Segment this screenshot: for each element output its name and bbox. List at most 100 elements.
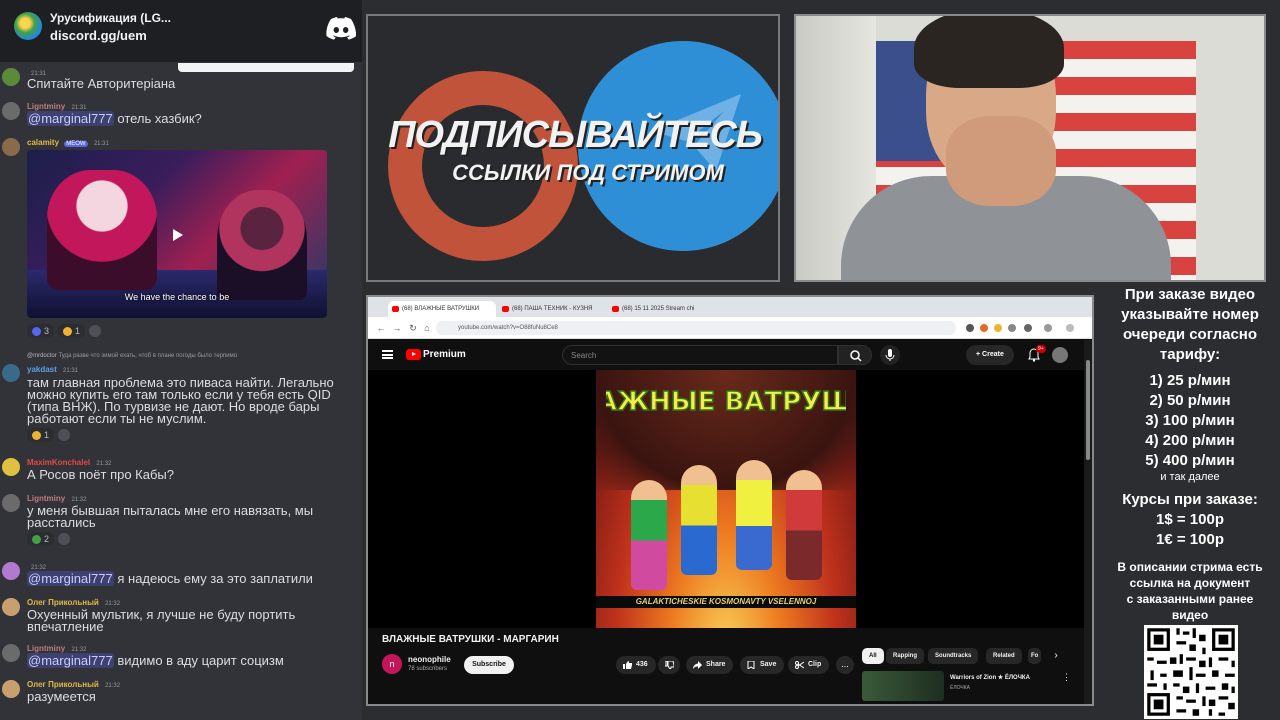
- video-embed[interactable]: We have the chance to be: [27, 150, 327, 318]
- notification-badge: 9+: [1036, 345, 1046, 353]
- filter-chip[interactable]: Related: [986, 648, 1022, 664]
- avatar: [2, 644, 20, 662]
- timestamp: 21:31: [63, 368, 79, 374]
- youtube-logo-icon[interactable]: [406, 349, 421, 360]
- like-button[interactable]: 436: [616, 656, 656, 674]
- emoji-icon: [32, 534, 41, 544]
- video-info: ВЛАЖНЫЕ ВАТРУШКИ - МАРГАРИН n neonophile…: [368, 628, 1084, 704]
- reaction[interactable]: 3: [27, 324, 55, 338]
- scrollbar[interactable]: [1084, 340, 1092, 704]
- youtube-icon: [502, 306, 509, 312]
- avatar: [2, 364, 20, 382]
- reactions: 2: [27, 532, 71, 546]
- browser-tab[interactable]: (68) ПАША ТЕХНИК - КУЗНЯ: [498, 301, 606, 317]
- author-name: yakdast: [27, 365, 57, 374]
- profile-icon[interactable]: [1044, 324, 1052, 332]
- author-name: calamity: [27, 138, 60, 147]
- search-input[interactable]: Search: [562, 345, 838, 365]
- extension-icon[interactable]: [994, 324, 1002, 332]
- info-header-line: указывайте номер: [1121, 306, 1259, 323]
- more-actions-button[interactable]: ...: [836, 656, 854, 674]
- discord-invite-banner[interactable]: Урусификация (LG... discord.gg/uem: [0, 0, 362, 62]
- filter-chip[interactable]: All: [862, 648, 884, 664]
- video-title: ВЛАЖНЫЕ ВАТРУШКИ - МАРГАРИН: [382, 634, 559, 645]
- filter-chip[interactable]: Fo: [1028, 648, 1042, 664]
- microphone-icon[interactable]: [880, 345, 900, 365]
- extension-icon[interactable]: [980, 324, 988, 332]
- filter-chip[interactable]: Rapping: [886, 648, 924, 664]
- user-mention[interactable]: @marginal777: [27, 111, 114, 126]
- avatar: [2, 680, 20, 698]
- dislike-button[interactable]: [658, 656, 680, 674]
- back-icon[interactable]: ←: [376, 323, 386, 333]
- browser-tab[interactable]: (68) 15 11 2025 Stream chi: [608, 301, 716, 317]
- user-mention[interactable]: @marginal777: [27, 571, 114, 586]
- forward-icon[interactable]: →: [392, 323, 402, 333]
- channel-name[interactable]: neonophile: [408, 655, 451, 664]
- search-icon: [850, 350, 862, 362]
- author-name: Ligntminy: [27, 644, 66, 653]
- save-button[interactable]: Save: [740, 656, 785, 674]
- clip-button[interactable]: Clip: [788, 656, 830, 674]
- description-line: видео: [1171, 608, 1209, 622]
- message-text: Охуенный мультик, я лучше не буду портит…: [27, 607, 296, 634]
- youtube-brand[interactable]: Premium: [423, 349, 466, 360]
- message-text: @marginal777 я надеюсь ему за это заплат…: [27, 571, 313, 586]
- recommended-thumbnail[interactable]: [862, 671, 944, 701]
- home-icon[interactable]: ⌂: [422, 323, 432, 333]
- url-input[interactable]: youtube.com/watch?v=O88fuNu8Ce8: [436, 321, 956, 335]
- play-icon[interactable]: [168, 226, 186, 244]
- video-player[interactable]: ВЛАЖНЫЕ ВАТРУШКИ GALAKTICHESKIE KOSMONAV…: [368, 370, 1084, 628]
- add-reaction-icon[interactable]: [58, 533, 71, 545]
- search-button[interactable]: [838, 345, 872, 365]
- recommended-title[interactable]: Warriors of Zion ★ ЁЛОЧКА: [950, 674, 1030, 681]
- subscribe-button[interactable]: Subscribe: [464, 656, 514, 674]
- channel-avatar[interactable]: n: [382, 654, 402, 674]
- chevron-right-icon[interactable]: ›: [1048, 648, 1064, 664]
- promo-banner: ПОДПИСЫВАЙТЕСЬ ССЫЛКИ ПОД СТРИМОМ: [366, 14, 780, 282]
- user-mention[interactable]: @marginal777: [27, 653, 114, 668]
- tariff-item: 5) 400 р/мин: [1145, 452, 1235, 469]
- reaction[interactable]: 1: [58, 324, 86, 338]
- filter-chip[interactable]: Soundtracks: [928, 648, 979, 664]
- reply-preview[interactable]: @mrdoctor Туда разве что зимой ехать, чт…: [27, 353, 237, 359]
- chat-header-bar: [178, 63, 354, 72]
- thumbs-up-icon: [623, 661, 632, 669]
- create-button[interactable]: + Create: [966, 345, 1014, 365]
- rate-item: 1$ = 100р: [1156, 511, 1224, 528]
- message-text: там главная проблема это пиваса найти. Л…: [27, 375, 334, 426]
- scrollbar-thumb[interactable]: [1086, 360, 1090, 460]
- rates-header: Курсы при заказе:: [1122, 491, 1258, 508]
- add-reaction-icon[interactable]: [58, 429, 71, 441]
- qr-code-icon[interactable]: [1144, 625, 1238, 719]
- reaction[interactable]: 2: [27, 532, 55, 546]
- description-line: с заказанными ранее: [1126, 592, 1254, 606]
- reaction[interactable]: 1: [27, 428, 55, 442]
- invite-link[interactable]: discord.gg/uem: [50, 28, 147, 43]
- order-info-panel: При заказе видео указывайте номер очеред…: [1100, 282, 1280, 720]
- description-line: В описании стрима есть: [1117, 560, 1263, 574]
- avatar: [2, 598, 20, 616]
- info-header-line: тарифу:: [1159, 346, 1221, 363]
- more-vert-icon[interactable]: ⋮: [1062, 672, 1071, 683]
- cover-figure: [786, 470, 822, 580]
- account-avatar[interactable]: [1052, 347, 1068, 363]
- role-tag: MEOW: [64, 141, 88, 147]
- author-name: Олег Прикольный: [27, 680, 99, 689]
- author-name: Ligntminy: [27, 102, 66, 111]
- extension-icon[interactable]: [1024, 324, 1032, 332]
- extension-icon[interactable]: [966, 324, 974, 332]
- recommended-channel: ЁЛОЧКА: [950, 685, 970, 691]
- menu-icon[interactable]: [1066, 324, 1074, 332]
- avatar: [2, 102, 20, 120]
- subscriber-count: 78 subscribers: [408, 666, 448, 672]
- add-reaction-icon[interactable]: [89, 325, 102, 337]
- reload-icon[interactable]: ↻: [408, 323, 418, 333]
- timestamp: 21:31: [93, 141, 109, 147]
- share-button[interactable]: Share: [686, 656, 734, 674]
- extension-icon[interactable]: [1008, 324, 1016, 332]
- description-line: ссылка на документ: [1129, 576, 1251, 590]
- hamburger-icon[interactable]: [382, 350, 393, 359]
- browser-tab[interactable]: (68) ВЛАЖНЫЕ ВАТРУШКИ: [388, 301, 496, 317]
- svg-text:ВЛАЖНЫЕ ВАТРУШКИ: ВЛАЖНЫЕ ВАТРУШКИ: [606, 387, 846, 417]
